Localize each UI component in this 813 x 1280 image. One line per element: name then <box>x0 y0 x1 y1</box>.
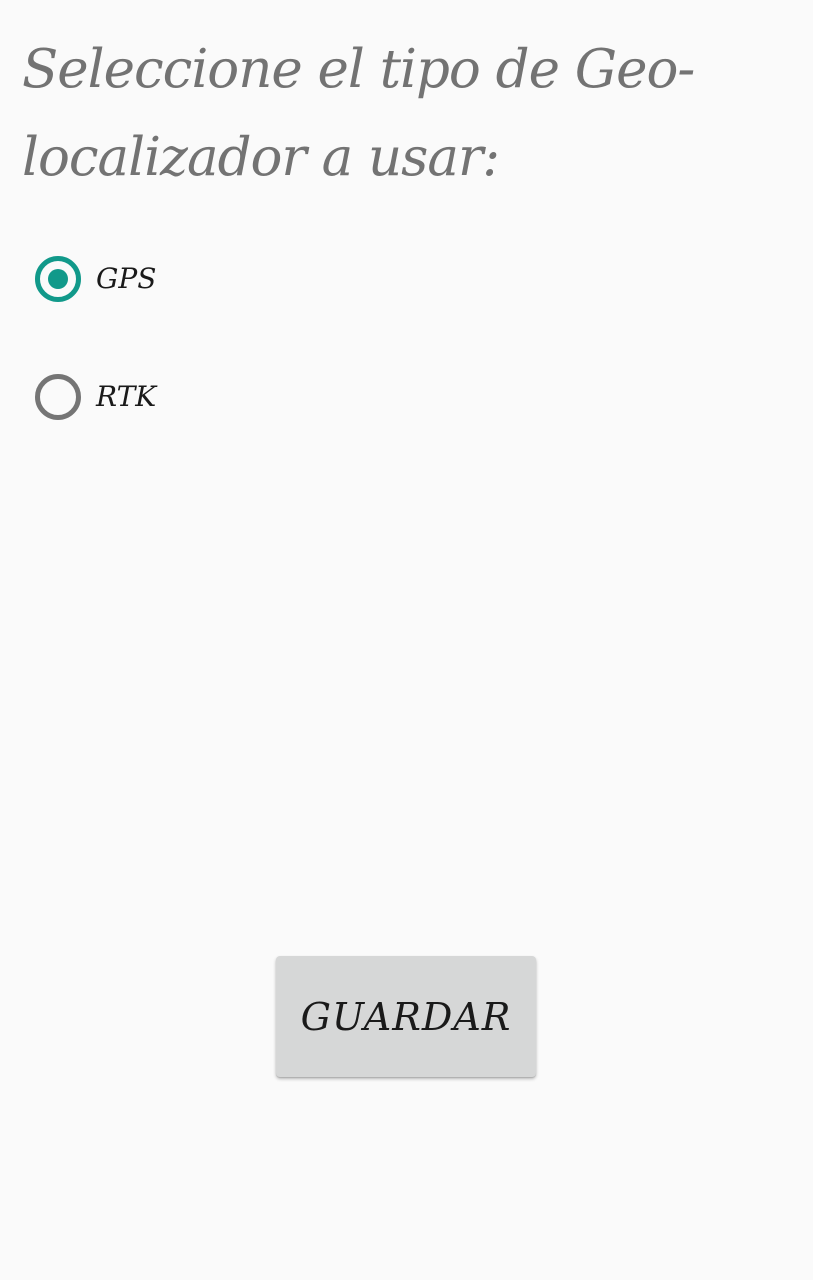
radio-unchecked-icon[interactable] <box>35 374 81 420</box>
radio-checked-icon[interactable] <box>35 256 81 302</box>
save-button[interactable]: GUARDAR <box>276 956 536 1077</box>
radio-label-gps[interactable]: GPS <box>96 260 156 298</box>
radio-option-rtk[interactable]: RTK <box>0 338 813 456</box>
screen: Seleccione el tipo de Geo-localizador a … <box>0 0 813 1280</box>
page-title: Seleccione el tipo de Geo-localizador a … <box>22 39 695 188</box>
geolocator-radio-group: GPS RTK <box>0 220 813 456</box>
radio-label-rtk[interactable]: RTK <box>96 378 156 416</box>
radio-dot-icon <box>48 269 68 289</box>
radio-option-gps[interactable]: GPS <box>0 220 813 338</box>
